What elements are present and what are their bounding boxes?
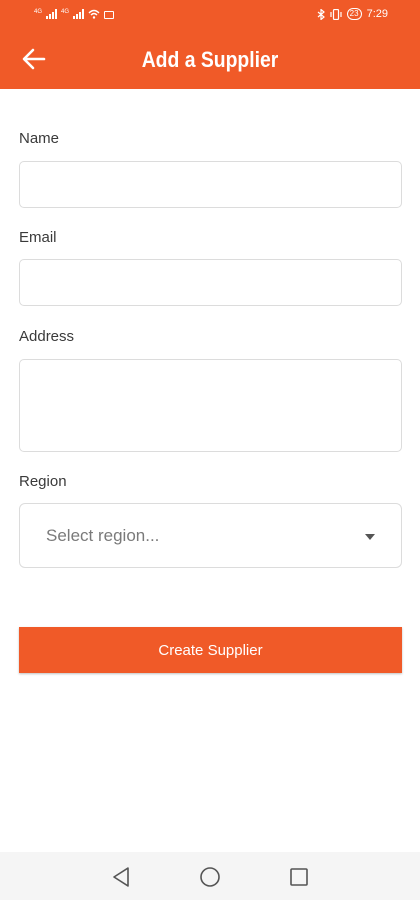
app-bar: Add a Supplier	[0, 30, 420, 89]
name-label: Name	[19, 130, 60, 147]
circle-home-icon[interactable]	[199, 866, 221, 888]
network-type-2: 4G	[61, 9, 70, 15]
address-field[interactable]	[20, 360, 401, 451]
chevron-down-icon	[365, 534, 375, 540]
address-label: Address	[19, 328, 75, 345]
bluetooth-icon	[317, 8, 325, 20]
address-field-box	[19, 359, 402, 452]
email-label: Email	[19, 229, 57, 246]
triangle-back-icon[interactable]	[111, 866, 131, 888]
notification-icon	[104, 11, 115, 19]
region-placeholder: Select region...	[46, 526, 160, 545]
network-type-1: 4G	[34, 9, 43, 15]
name-field-box	[19, 161, 402, 208]
system-nav-bar	[0, 852, 420, 900]
signal-icon	[46, 9, 58, 19]
create-supplier-button[interactable]: Create Supplier	[19, 627, 402, 673]
status-bar: 4G 4G 23 7:29	[0, 0, 420, 30]
square-recents-icon[interactable]	[289, 867, 309, 887]
signal-icon	[73, 9, 85, 19]
status-left: 4G 4G	[34, 9, 115, 19]
status-time: 7:29	[366, 8, 388, 20]
region-label: Region	[19, 473, 67, 490]
page-title: Add a Supplier	[141, 47, 279, 72]
email-field[interactable]	[20, 260, 401, 305]
status-right: 23 7:29	[317, 8, 388, 20]
wifi-icon	[88, 9, 100, 19]
email-field-box	[19, 259, 402, 306]
name-field[interactable]	[20, 162, 401, 207]
vibrate-icon	[330, 8, 342, 20]
region-select[interactable]: Select region...	[19, 503, 402, 568]
battery-icon: 23	[346, 8, 362, 20]
